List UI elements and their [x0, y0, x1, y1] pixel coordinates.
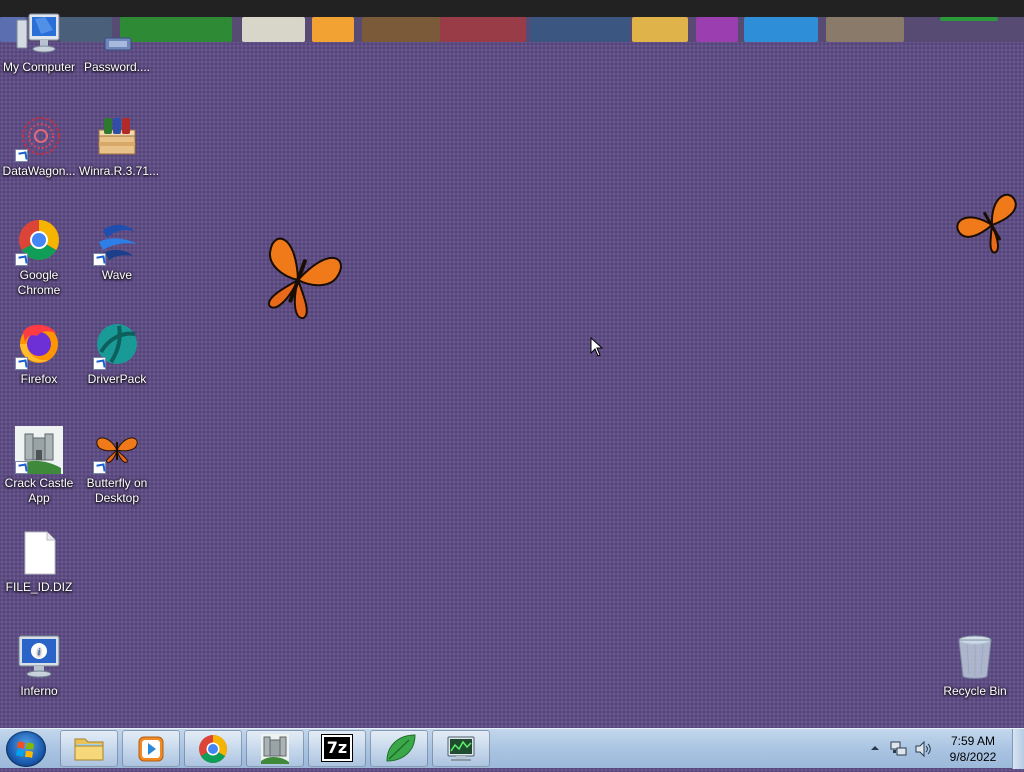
network-icon[interactable]	[890, 740, 908, 758]
desktop-icon-driverpack[interactable]: DriverPack	[78, 322, 156, 387]
network-monitor-icon	[447, 736, 475, 761]
system-tray	[866, 729, 936, 769]
taskbar-clock[interactable]: 7:59 AM 9/8/2022	[936, 733, 1010, 765]
taskbar-castle-app-button[interactable]	[246, 730, 304, 767]
desktop-icon-label: Butterfly on Desktop	[86, 476, 148, 505]
thumbnail[interactable]	[530, 17, 630, 42]
info-monitor-icon: i	[15, 634, 63, 682]
start-button[interactable]	[6, 731, 46, 767]
thumbnail[interactable]	[312, 17, 354, 42]
taskbar: 7z 7:59 AM 9/8/2022	[0, 728, 1024, 769]
desktop-icon-wave[interactable]: Wave	[78, 218, 156, 283]
password-icon	[93, 10, 141, 58]
shortcut-arrow-icon	[15, 149, 28, 162]
driverpack-icon	[93, 322, 141, 370]
thumbnail[interactable]	[744, 17, 818, 42]
desktop-icon-label: My Computer	[2, 60, 76, 74]
thumbnail[interactable]	[242, 17, 305, 42]
windows-logo-icon	[16, 741, 34, 758]
taskbar-explorer-button[interactable]	[60, 730, 118, 767]
volume-icon[interactable]	[914, 740, 932, 758]
clock-date: 9/8/2022	[949, 750, 997, 764]
thumbnail[interactable]	[362, 17, 440, 42]
thumbnail[interactable]	[696, 17, 738, 42]
taskbar-network-app-button[interactable]	[432, 730, 490, 767]
castle-icon	[261, 734, 289, 764]
desktop-icon-label: DataWagon...	[2, 164, 76, 178]
desktop-icon-butterfly-on-desktop[interactable]: Butterfly on Desktop	[78, 426, 156, 506]
sevenzip-label: 7z	[326, 738, 348, 757]
chrome-icon	[15, 218, 63, 266]
desktop-icon-label: Password....	[83, 60, 151, 74]
shortcut-arrow-icon	[15, 461, 28, 474]
desktop-icon-label: Recycle Bin	[943, 684, 1007, 698]
leaf-icon	[386, 734, 416, 762]
desktop-icon-label: Google Chrome	[17, 268, 61, 297]
mouse-cursor-icon	[590, 337, 604, 357]
desktop-icon-datawagon[interactable]: DataWagon...	[0, 114, 78, 179]
desktop-icon-recycle-bin[interactable]: Recycle Bin	[936, 634, 1014, 699]
media-player-icon	[138, 736, 164, 762]
computer-icon	[15, 10, 63, 58]
taskbar-7zip-button[interactable]: 7z	[308, 730, 366, 767]
desktop-icon-file-id-diz[interactable]: FILE_ID.DIZ	[0, 530, 78, 595]
desktop-icon-label: Winra.R.3.71...	[79, 164, 160, 178]
recycle-bin-icon	[951, 634, 999, 682]
clock-time: 7:59 AM	[950, 734, 996, 748]
shortcut-arrow-icon	[93, 461, 106, 474]
wave-icon	[93, 218, 141, 266]
show-hidden-icons-icon[interactable]	[870, 743, 880, 753]
thumbnail[interactable]	[440, 17, 526, 42]
butterfly-icon[interactable]	[952, 190, 1024, 260]
shortcut-arrow-icon	[15, 253, 28, 266]
firefox-icon	[15, 322, 63, 370]
datawagon-icon	[15, 114, 63, 162]
shortcut-arrow-icon	[93, 253, 106, 266]
desktop-icon-label: FILE_ID.DIZ	[5, 580, 73, 594]
winrar-icon	[93, 114, 141, 162]
thumbnail[interactable]	[632, 17, 688, 42]
thumbnail[interactable]	[826, 17, 904, 42]
desktop-icon-winrar[interactable]: Winra.R.3.71...	[78, 114, 160, 179]
svg-text:i: i	[37, 646, 40, 658]
desktop-icon-label: Firefox	[20, 372, 58, 386]
desktop-icon-label: Wave	[101, 268, 133, 282]
shortcut-arrow-icon	[93, 357, 106, 370]
show-desktop-button[interactable]	[1012, 729, 1024, 769]
sevenzip-icon: 7z	[321, 734, 353, 762]
desktop-icon-my-computer[interactable]: My Computer	[0, 10, 78, 75]
document-icon	[15, 530, 63, 578]
folder-icon	[74, 738, 104, 761]
shortcut-arrow-icon	[15, 357, 28, 370]
desktop-icon-label: Crack Castle App	[4, 476, 74, 505]
chrome-icon	[199, 735, 227, 763]
desktop-icon-label: DriverPack	[87, 372, 147, 386]
taskbar-leaf-app-button[interactable]	[370, 730, 428, 767]
taskbar-chrome-button[interactable]	[184, 730, 242, 767]
desktop-icon-inferno[interactable]: i Inferno	[0, 634, 78, 699]
butterfly-icon[interactable]	[250, 222, 346, 338]
desktop-icon-google-chrome[interactable]: Google Chrome	[0, 218, 78, 298]
castle-icon	[15, 426, 63, 474]
thumbnail[interactable]	[940, 17, 998, 21]
butterfly-icon	[93, 426, 141, 474]
desktop-icon-password[interactable]: Password....	[78, 10, 156, 75]
desktop-icon-label: Inferno	[20, 684, 58, 698]
desktop-icon-crack-castle-app[interactable]: Crack Castle App	[0, 426, 78, 506]
taskbar-media-player-button[interactable]	[122, 730, 180, 767]
desktop-icon-firefox[interactable]: Firefox	[0, 322, 78, 387]
